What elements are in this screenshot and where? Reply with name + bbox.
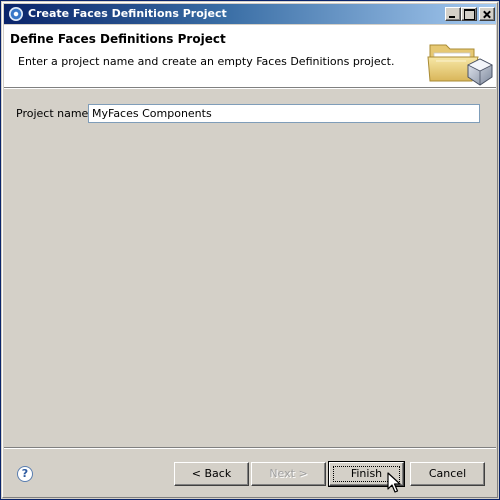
next-button[interactable]: Next >	[251, 462, 326, 486]
help-icon[interactable]: ?	[17, 466, 33, 482]
page-description: Enter a project name and create an empty…	[18, 55, 395, 68]
minimize-icon[interactable]	[445, 7, 461, 21]
header-divider-highlight	[4, 88, 496, 89]
wizard-window: Create Faces Definitions Project Define …	[0, 0, 500, 500]
cancel-button[interactable]: Cancel	[410, 462, 485, 486]
back-button[interactable]: < Back	[174, 462, 249, 486]
button-bar-divider-highlight	[4, 448, 496, 449]
window-title: Create Faces Definitions Project	[28, 7, 227, 20]
project-name-label: Project name:	[16, 107, 93, 120]
mouse-pointer-icon	[387, 472, 401, 493]
eclipse-icon	[9, 7, 23, 21]
folder-wizard-icon	[427, 44, 493, 86]
page-title: Define Faces Definitions Project	[10, 32, 226, 46]
wizard-header: Define Faces Definitions Project Enter a…	[4, 25, 496, 87]
title-bar[interactable]: Create Faces Definitions Project	[4, 4, 496, 24]
close-icon[interactable]	[479, 7, 495, 21]
maximize-icon[interactable]	[461, 7, 477, 21]
project-name-input[interactable]: MyFaces Components	[88, 104, 480, 123]
